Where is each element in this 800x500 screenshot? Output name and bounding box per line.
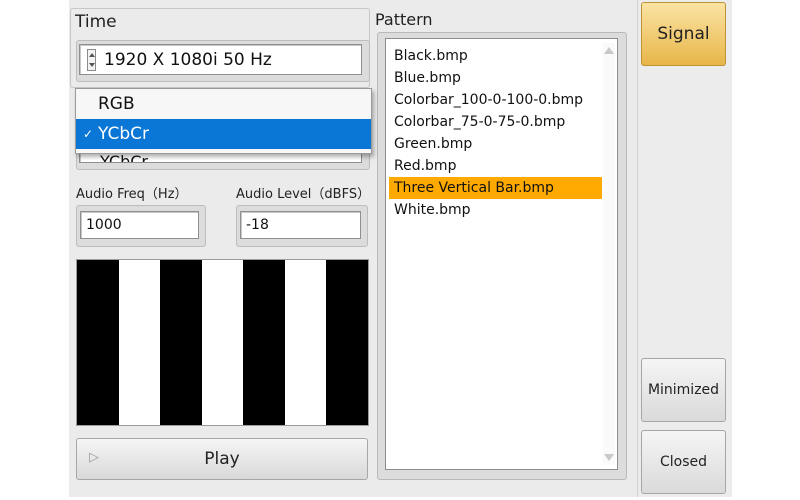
side-panel [637,0,732,497]
pattern-label: Pattern [375,10,433,29]
audio-level-value: -18 [246,217,269,233]
dropdown-option-ycbcr[interactable]: ✓ YCbCr [76,119,371,149]
resolution-value: 1920 X 1080i 50 Hz [104,49,272,70]
audio-freq-label: Audio Freq（Hz） [76,187,188,202]
preview-bar [326,260,368,425]
audio-level-input[interactable]: -18 [240,211,361,239]
minimized-label: Minimized [647,382,720,398]
play-button[interactable]: ▷ Play [76,438,368,480]
scroll-down-icon[interactable] [604,454,614,461]
preview-bar [284,260,327,425]
closed-button[interactable]: Closed [641,430,726,494]
pattern-list-item[interactable]: Red.bmp [389,155,602,177]
audio-freq-value: 1000 [86,217,122,233]
pattern-scrollbar[interactable] [603,43,615,465]
resolution-spinner[interactable] [87,49,96,71]
pattern-list-item[interactable]: Green.bmp [389,133,602,155]
pattern-preview [76,259,369,426]
pattern-list-item[interactable]: Black.bmp [389,45,602,67]
signal-button[interactable]: Signal [641,2,726,66]
play-label: Play [204,449,240,469]
pattern-list-item[interactable]: Three Vertical Bar.bmp [389,177,602,199]
pattern-list[interactable]: Black.bmp Blue.bmp Colorbar_100-0-100-0.bm… [385,38,618,470]
pattern-list-item[interactable]: Colorbar_75-0-75-0.bmp [389,111,602,133]
dropdown-option-rgb[interactable]: RGB [76,89,371,119]
signal-label: Signal [657,24,710,44]
scroll-up-icon[interactable] [604,47,614,54]
pattern-list-item[interactable]: White.bmp [389,199,602,221]
audio-level-label: Audio Level（dBFS） [236,187,371,202]
preview-bar [201,260,244,425]
time-label: Time [75,12,117,32]
color-space-dropdown[interactable]: RGB ✓ YCbCr [75,88,372,154]
preview-bar [160,260,202,425]
pattern-list-item[interactable]: Colorbar_100-0-100-0.bmp [389,89,602,111]
preview-bar [77,260,119,425]
minimized-button[interactable]: Minimized [641,358,726,422]
pattern-list-item[interactable]: Blue.bmp [389,67,602,89]
preview-bar [243,260,285,425]
closed-label: Closed [659,454,708,470]
resolution-field[interactable]: 1920 X 1080i 50 Hz [79,44,362,75]
audio-freq-input[interactable]: 1000 [80,211,199,239]
checkmark-icon: ✓ [83,127,94,141]
dropdown-option-label: RGB [98,94,135,114]
pattern-items: Black.bmp Blue.bmp Colorbar_100-0-100-0.bm… [389,45,602,221]
dropdown-option-label: YCbCr [98,124,149,144]
preview-bar [118,260,161,425]
